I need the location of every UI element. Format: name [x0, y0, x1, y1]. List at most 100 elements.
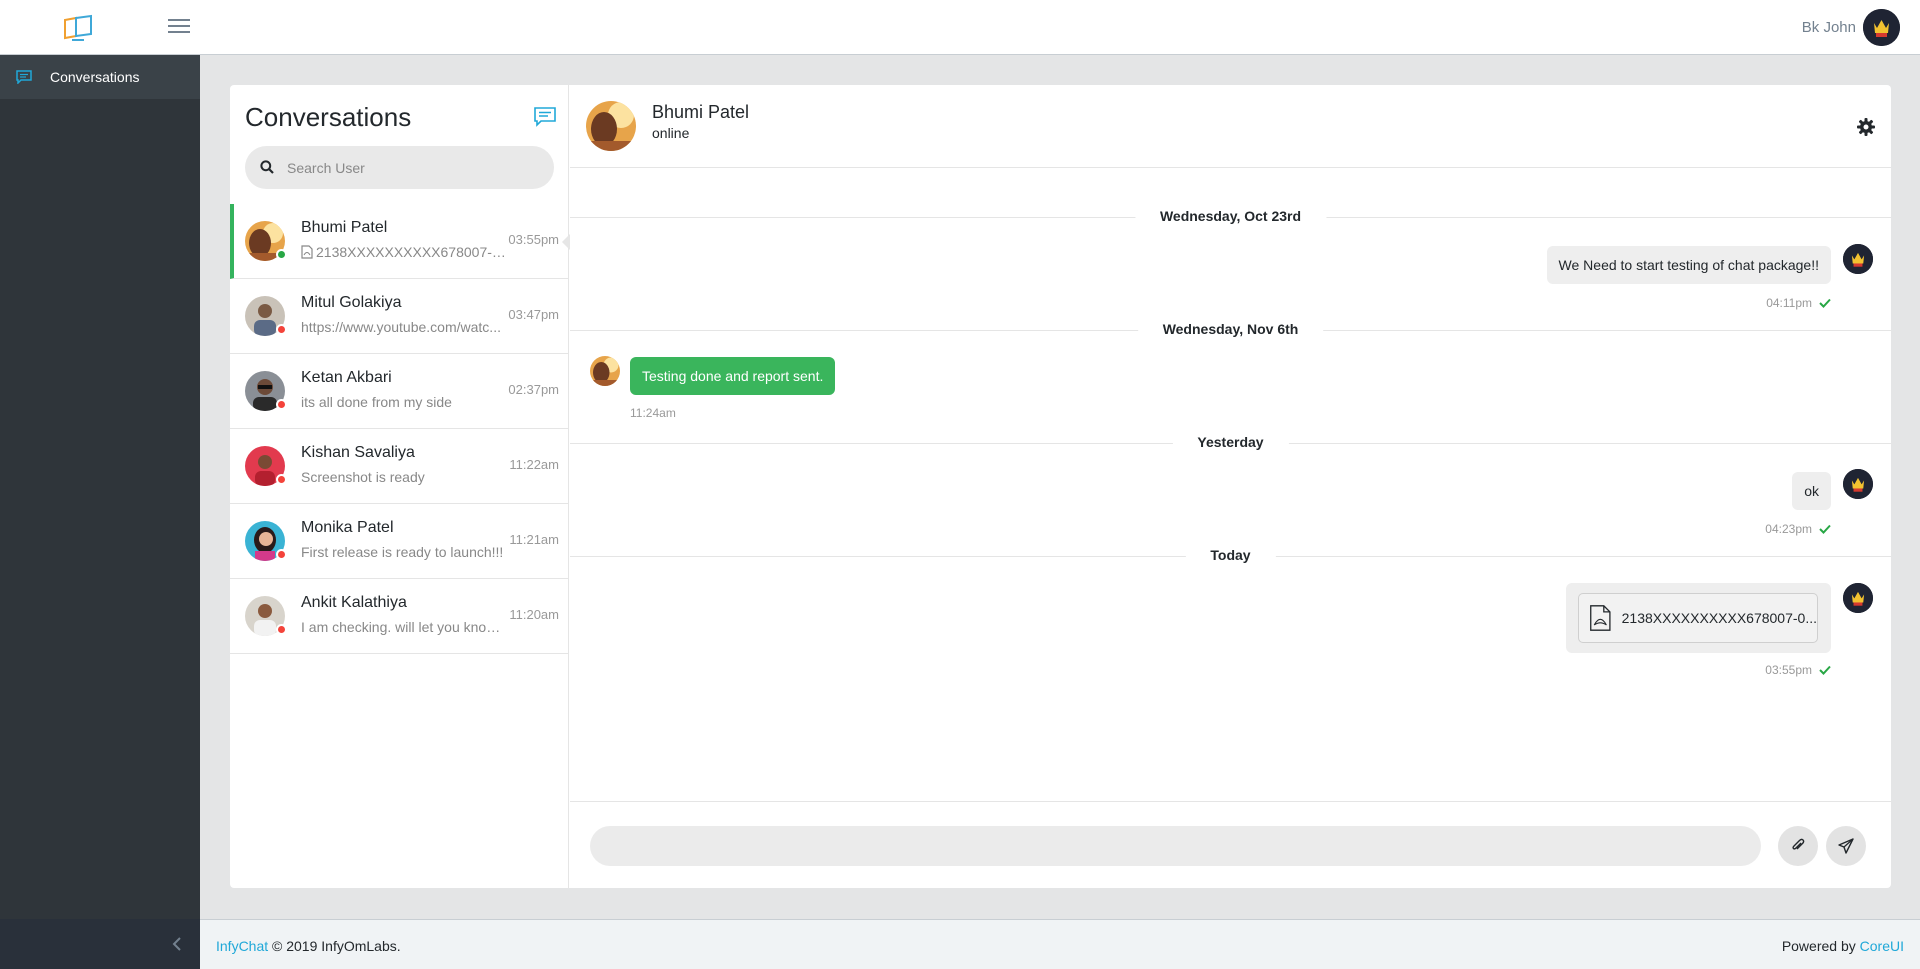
conversation-item-mitul-golakiya[interactable]: Mitul Golakiya https://www.youtube.com/w…	[230, 279, 569, 354]
conversation-last-message: its all done from my side	[301, 394, 452, 410]
conversation-item-ankit-kalathiya[interactable]: Ankit Kalathiya I am checking. will let …	[230, 579, 569, 654]
conversation-name: Mitul Golakiya	[301, 294, 402, 311]
sidebar-minimize-button[interactable]	[0, 919, 200, 969]
conversation-last-message: I am checking. will let you know...	[301, 619, 506, 635]
conversation-name: Kishan Savaliya	[301, 444, 415, 461]
conversation-list: Bhumi Patel 2138XXXXXXXXXX678007-08-... …	[230, 204, 570, 654]
message-time: 04:11pm	[1766, 296, 1831, 310]
chat-card: Conversations Search User Bhumi Patel 21…	[230, 85, 1891, 888]
check-icon	[1819, 665, 1831, 675]
chat-user-avatar[interactable]	[586, 101, 636, 151]
conversation-item-ketan-akbari[interactable]: Ketan Akbari its all done from my side 0…	[230, 354, 569, 429]
chat-icon	[16, 70, 32, 84]
conversation-time: 03:55pm	[508, 232, 559, 247]
check-icon	[1819, 524, 1831, 534]
chat-user-status: online	[652, 125, 690, 141]
conversation-item-kishan-savaliya[interactable]: Kishan Savaliya Screenshot is ready 11:2…	[230, 429, 569, 504]
message-time: 11:24am	[630, 406, 676, 420]
message-time: 03:55pm	[1765, 663, 1831, 677]
message-bubble-outgoing: We Need to start testing of chat package…	[1546, 246, 1831, 284]
paperclip-icon	[1792, 838, 1805, 850]
conversation-item-bhumi-patel[interactable]: Bhumi Patel 2138XXXXXXXXXX678007-08-... …	[230, 204, 570, 279]
sidebar: Conversations	[0, 55, 200, 969]
offline-status-dot	[276, 624, 287, 635]
date-divider: Today	[570, 547, 1891, 563]
sender-avatar	[1843, 583, 1873, 613]
date-label: Wednesday, Nov 6th	[1137, 321, 1324, 337]
message-time-text: 04:11pm	[1766, 296, 1812, 310]
conversation-last-message-text: 2138XXXXXXXXXX678007-08-...	[316, 244, 506, 260]
message-input[interactable]	[590, 826, 1761, 866]
check-icon	[1819, 298, 1831, 308]
offline-status-dot	[276, 324, 287, 335]
date-label: Wednesday, Oct 23rd	[1134, 208, 1327, 224]
header-user-name[interactable]: Bk John	[1802, 19, 1856, 36]
new-conversation-icon[interactable]	[534, 107, 556, 127]
offline-status-dot	[276, 549, 287, 560]
date-divider: Wednesday, Oct 23rd	[570, 208, 1891, 224]
send-icon	[1838, 838, 1854, 854]
message-composer	[570, 801, 1891, 888]
date-divider: Wednesday, Nov 6th	[570, 321, 1891, 337]
message-time-text: 04:23pm	[1765, 522, 1812, 536]
message-time-text: 11:24am	[630, 406, 676, 420]
file-name: 2138XXXXXXXXXX678007-0...	[1621, 610, 1817, 626]
footer-right: Powered by CoreUI	[1782, 938, 1904, 954]
coreui-link[interactable]: CoreUI	[1860, 938, 1904, 954]
message-bubble-outgoing: ok	[1792, 472, 1831, 510]
sender-avatar	[1843, 469, 1873, 499]
file-pdf-icon	[1590, 605, 1611, 631]
search-icon	[260, 160, 274, 174]
conversation-last-message: Screenshot is ready	[301, 469, 425, 485]
message-time-text: 03:55pm	[1765, 663, 1812, 677]
conversation-time: 11:22am	[509, 457, 559, 472]
chat-user-name: Bhumi Patel	[652, 102, 750, 122]
chat-header: Bhumi Patel online	[570, 85, 1891, 168]
conversations-title: Conversations	[245, 102, 412, 132]
chat-panel: Bhumi Patel online Wednesday, Oct 23rd W…	[570, 85, 1891, 888]
conversation-time: 11:21am	[509, 532, 559, 547]
offline-status-dot	[276, 399, 287, 410]
message-file-attachment: 2138XXXXXXXXXX678007-0...	[1566, 583, 1831, 653]
attach-file-button[interactable]	[1778, 826, 1818, 866]
conversation-name: Monika Patel	[301, 519, 394, 536]
date-label: Yesterday	[1172, 434, 1289, 450]
sender-avatar	[1843, 244, 1873, 274]
app-footer: InfyChat © 2019 InfyOmLabs. Powered by C…	[200, 919, 1920, 969]
powered-by-text: Powered by	[1781, 938, 1856, 954]
gear-icon[interactable]	[1857, 118, 1875, 136]
sender-avatar	[590, 356, 620, 386]
sidebar-item-conversations[interactable]: Conversations	[0, 55, 200, 99]
user-avatar[interactable]	[1863, 9, 1900, 46]
brand-link[interactable]: InfyChat	[216, 938, 268, 954]
message-area: Wednesday, Oct 23rd We Need to start tes…	[570, 169, 1891, 801]
conversation-time: 03:47pm	[508, 307, 559, 322]
app-logo[interactable]	[62, 14, 94, 42]
offline-status-dot	[276, 474, 287, 485]
message-bubble-incoming: Testing done and report sent.	[630, 357, 836, 395]
copyright-text: © 2019 InfyOmLabs.	[272, 938, 401, 954]
send-message-button[interactable]	[1826, 826, 1866, 866]
search-user-input[interactable]	[287, 146, 542, 189]
conversations-panel: Conversations Search User Bhumi Patel 21…	[230, 85, 570, 888]
online-status-dot	[276, 249, 287, 260]
conversation-time: 02:37pm	[508, 382, 559, 397]
message-time: 04:23pm	[1765, 522, 1831, 536]
conversation-last-message: First release is ready to launch!!!	[301, 544, 504, 560]
menu-toggle-button[interactable]	[168, 16, 190, 38]
sidebar-item-label: Conversations	[50, 69, 140, 85]
conversation-time: 11:20am	[509, 607, 559, 622]
app-header: Bk John	[0, 0, 1920, 55]
conversation-name: Ankit Kalathiya	[301, 594, 407, 611]
conversation-name: Bhumi Patel	[301, 219, 388, 236]
conversation-last-message: https://www.youtube.com/watc...	[301, 319, 501, 335]
date-label: Today	[1185, 547, 1276, 563]
footer-left: InfyChat © 2019 InfyOmLabs.	[216, 938, 401, 954]
search-box	[245, 146, 554, 189]
file-link[interactable]: 2138XXXXXXXXXX678007-0...	[1578, 593, 1818, 643]
conversation-item-monika-patel[interactable]: Monika Patel First release is ready to l…	[230, 504, 569, 579]
chevron-left-icon	[172, 937, 181, 951]
conversation-name: Ketan Akbari	[301, 369, 392, 386]
date-divider: Yesterday	[570, 434, 1891, 450]
conversation-last-message: 2138XXXXXXXXXX678007-08-...	[301, 244, 506, 260]
